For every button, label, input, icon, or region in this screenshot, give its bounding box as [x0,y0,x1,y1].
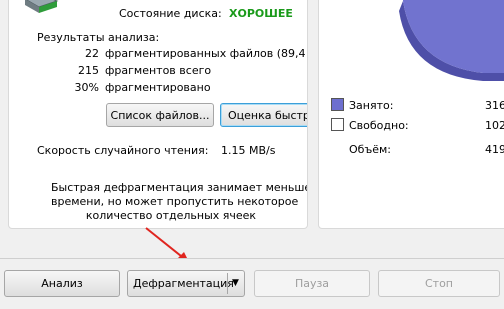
used-label: Занято: [349,99,394,112]
disk-state-label: Состояние диска: [119,7,222,20]
analysis-title: Результаты анализа: [37,31,160,44]
analyze-button[interactable]: Анализ [4,270,120,297]
read-speed-value: 1.15 MB/s [221,144,276,157]
chevron-down-icon[interactable]: ▼ [232,278,239,288]
stop-button[interactable]: Стоп [378,270,500,297]
free-value: 102 [485,119,504,132]
fragmented-percent: 30% [74,81,99,94]
fragmented-files-label: фрагментированных файлов (89,4 Г [105,47,308,60]
estimate-button[interactable]: Оценка быстр [220,103,307,127]
info-line-2: времени, но может пропустить некоторое [51,195,299,208]
info-line-3: количество отдельных ячеек [85,209,257,222]
pause-button[interactable]: Пауза [254,270,370,297]
fragments-total-label: фрагментов всего [105,64,212,77]
free-legend-swatch [331,118,344,131]
fragments-total-count: 215 [78,64,99,77]
pie-used-slice [403,0,504,73]
used-value: 316 [485,99,504,112]
defrag-button-label: Дефрагментация [133,277,234,290]
info-line-1: Быстрая дефрагментация занимает меньше [51,181,308,194]
fragmented-percent-label: фрагментировано [105,81,211,94]
read-speed-label: Скорость случайного чтения: [37,144,209,157]
defrag-split-button[interactable]: Дефрагментация ▼ [127,270,245,297]
fragmented-files-count: 22 [85,47,99,60]
total-label: Объём: [349,143,391,156]
analysis-panel: Состояние диска: ХОРОШЕЕ Результаты анал… [8,0,308,229]
used-legend-swatch [331,98,344,111]
total-value: 419 [485,143,504,156]
disk-usage-panel: Занято: 316 Свободно: 102 Объём: 419 [318,0,504,229]
free-label: Свободно: [349,119,409,132]
file-list-button[interactable]: Список файлов... [106,103,214,127]
disk-usage-pie-chart [399,0,504,81]
disk-state-value: ХОРОШЕЕ [229,7,293,20]
hdd-icon [25,0,59,13]
split-divider [227,273,228,294]
action-bar: Анализ Дефрагментация ▼ Пауза Стоп [0,258,504,309]
